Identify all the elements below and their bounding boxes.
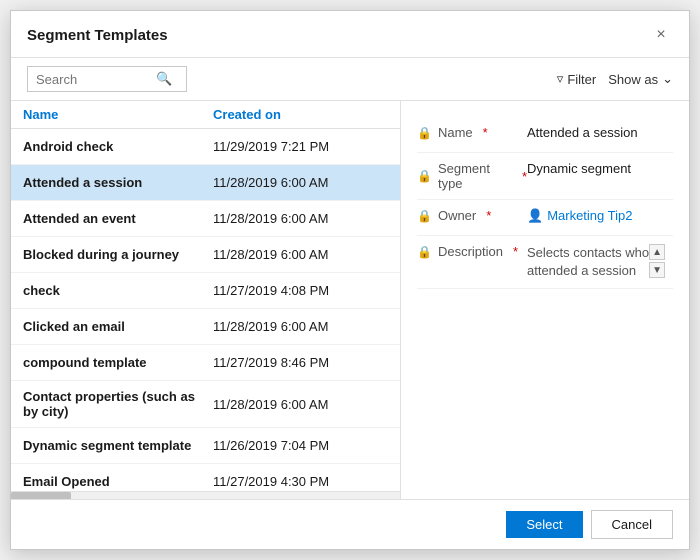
list-row[interactable]: Clicked an email11/28/2019 6:00 AM: [11, 309, 400, 345]
detail-label-wrap: 🔒 Description *: [417, 244, 527, 259]
search-box[interactable]: 🔍: [27, 66, 187, 92]
row-name: Email Opened: [23, 474, 213, 489]
row-date: 11/27/2019 4:08 PM: [213, 283, 329, 298]
row-name: Blocked during a journey: [23, 247, 213, 262]
lock-icon: 🔒: [417, 126, 432, 140]
detail-field-row: 🔒 Name * Attended a session: [417, 117, 673, 153]
person-icon: 👤: [527, 208, 543, 224]
list-row[interactable]: Contact properties (such as by city)11/2…: [11, 381, 400, 428]
search-input[interactable]: [36, 72, 156, 87]
row-date: 11/27/2019 8:46 PM: [213, 355, 329, 370]
dialog-title: Segment Templates: [27, 27, 168, 44]
row-date: 11/28/2019 6:00 AM: [213, 175, 328, 190]
list-row[interactable]: Blocked during a journey11/28/2019 6:00 …: [11, 237, 400, 273]
detail-label: Segment type: [438, 161, 512, 191]
list-row[interactable]: Attended a session11/28/2019 6:00 AM: [11, 165, 400, 201]
row-date: 11/27/2019 4:30 PM: [213, 474, 329, 489]
row-date: 11/28/2019 6:00 AM: [213, 319, 328, 334]
row-name: compound template: [23, 355, 213, 370]
row-date: 11/28/2019 6:00 AM: [213, 397, 328, 412]
lock-icon: 🔒: [417, 169, 432, 183]
row-name: Clicked an email: [23, 319, 213, 334]
row-name: Android check: [23, 139, 213, 154]
scroll-down-button[interactable]: ▼: [649, 262, 665, 278]
filter-button[interactable]: ▿ Filter: [557, 71, 596, 87]
list-row[interactable]: Email Opened11/27/2019 4:30 PM: [11, 464, 400, 491]
list-row[interactable]: Dynamic segment template11/26/2019 7:04 …: [11, 428, 400, 464]
list-row[interactable]: compound template11/27/2019 8:46 PM: [11, 345, 400, 381]
list-row[interactable]: Attended an event11/28/2019 6:00 AM: [11, 201, 400, 237]
description-wrap: Selects contacts who attended a session▲…: [527, 244, 673, 280]
list-row[interactable]: check11/27/2019 4:08 PM: [11, 273, 400, 309]
row-date: 11/29/2019 7:21 PM: [213, 139, 329, 154]
horizontal-scroll-thumb[interactable]: [11, 492, 71, 499]
detail-label-wrap: 🔒 Name *: [417, 125, 527, 140]
row-date: 11/26/2019 7:04 PM: [213, 438, 329, 453]
chevron-down-icon: ⌄: [662, 71, 673, 87]
column-header-created[interactable]: Created on: [213, 107, 281, 122]
toolbar: 🔍 ▿ Filter Show as ⌄: [11, 58, 689, 101]
row-name: check: [23, 283, 213, 298]
row-date: 11/28/2019 6:00 AM: [213, 211, 328, 226]
detail-field-row: 🔒Segment type*Dynamic segment: [417, 153, 673, 200]
scroll-up-button[interactable]: ▲: [649, 244, 665, 260]
horizontal-scrollbar[interactable]: [11, 491, 400, 499]
required-indicator: *: [486, 208, 491, 223]
detail-label: Owner: [438, 208, 476, 223]
lock-icon: 🔒: [417, 245, 432, 259]
list-row[interactable]: Android check11/29/2019 7:21 PM: [11, 129, 400, 165]
detail-field-row: 🔒 Description * Selects contacts who attend…: [417, 236, 673, 289]
select-button[interactable]: Select: [506, 511, 582, 538]
description-text: Selects contacts who attended a session: [527, 244, 649, 280]
row-name: Dynamic segment template: [23, 438, 213, 453]
description-scroll-controls: ▲▼: [649, 244, 665, 278]
detail-label: Description: [438, 244, 503, 259]
cancel-button[interactable]: Cancel: [591, 510, 673, 539]
show-as-label: Show as: [608, 72, 658, 87]
detail-label-wrap: 🔒Segment type*: [417, 161, 527, 191]
row-name: Attended an event: [23, 211, 213, 226]
list-body[interactable]: Android check11/29/2019 7:21 PMAttended …: [11, 129, 400, 491]
segment-templates-dialog: Segment Templates × 🔍 ▿ Filter Show as ⌄…: [10, 10, 690, 550]
column-header-name[interactable]: Name: [23, 107, 213, 122]
close-button[interactable]: ×: [649, 23, 673, 47]
lock-icon: 🔒: [417, 209, 432, 223]
detail-panel: 🔒 Name * Attended a session 🔒 Segment type * Dy…: [401, 101, 689, 499]
detail-value: Dynamic segment: [527, 161, 673, 176]
filter-label: Filter: [567, 72, 596, 87]
row-name: Attended a session: [23, 175, 213, 190]
detail-label: Name: [438, 125, 473, 140]
detail-field-row: 🔒 Owner * 👤 Marketing Tip2: [417, 200, 673, 236]
content-area: Name Created on Android check11/29/2019 …: [11, 101, 689, 499]
list-header: Name Created on: [11, 101, 400, 129]
list-panel: Name Created on Android check11/29/2019 …: [11, 101, 401, 499]
show-as-button[interactable]: Show as ⌄: [608, 71, 673, 87]
toolbar-right: ▿ Filter Show as ⌄: [557, 71, 673, 87]
search-icon: 🔍: [156, 71, 172, 87]
detail-value-wrap: 👤 Marketing Tip2: [527, 208, 673, 224]
detail-value: Attended a session: [527, 125, 673, 140]
required-indicator: *: [513, 244, 518, 259]
detail-label-wrap: 🔒 Owner *: [417, 208, 527, 223]
dialog-footer: Select Cancel: [11, 499, 689, 549]
detail-value[interactable]: Marketing Tip2: [547, 208, 673, 223]
dialog-header: Segment Templates ×: [11, 11, 689, 58]
row-date: 11/28/2019 6:00 AM: [213, 247, 328, 262]
row-name: Contact properties (such as by city): [23, 389, 213, 419]
filter-icon: ▿: [557, 71, 564, 87]
required-indicator: *: [483, 125, 488, 140]
